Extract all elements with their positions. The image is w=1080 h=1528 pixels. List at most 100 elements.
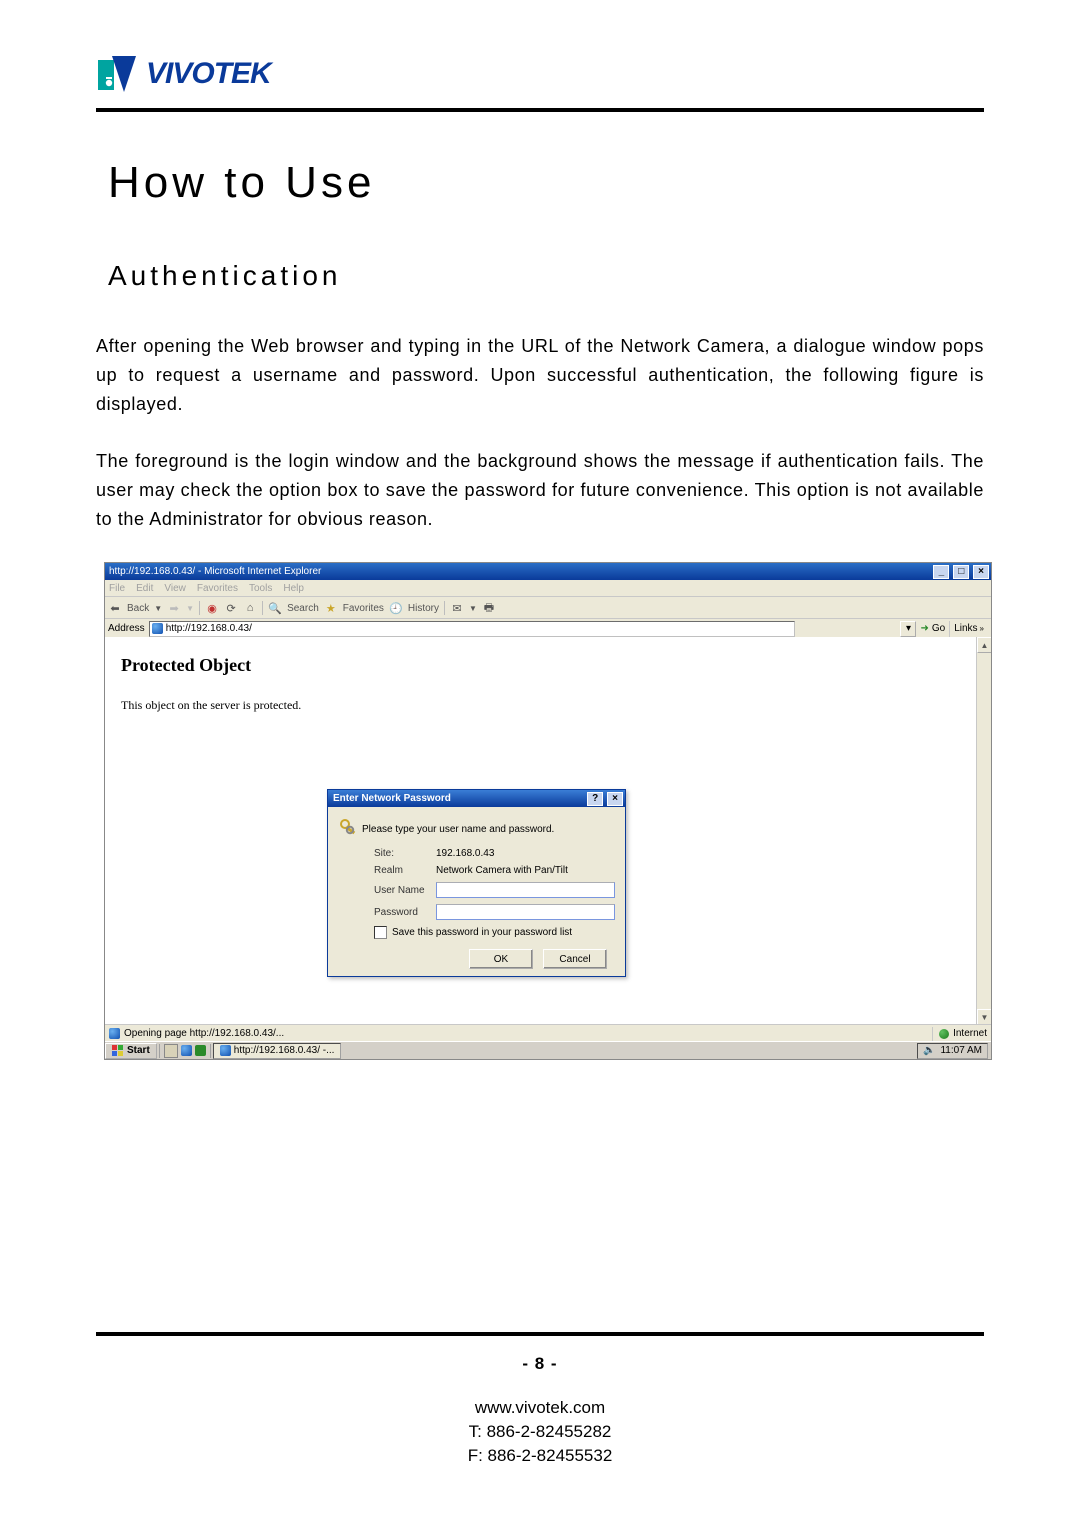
password-label: Password bbox=[338, 907, 436, 918]
back-button[interactable]: Back bbox=[127, 603, 149, 614]
realm-label: Realm bbox=[338, 865, 436, 876]
document-page: VIVOTEK How to Use Authentication After … bbox=[0, 0, 1080, 1528]
toolbar-separator bbox=[444, 601, 445, 615]
site-label: Site: bbox=[338, 848, 436, 859]
footer-fax: F: 886-2-82455532 bbox=[96, 1444, 984, 1468]
links-button[interactable]: Links » bbox=[949, 621, 988, 637]
stop-icon[interactable]: ◉ bbox=[205, 601, 219, 615]
start-button[interactable]: Start bbox=[105, 1043, 157, 1059]
dialog-help-icon[interactable]: ? bbox=[587, 792, 603, 806]
minimize-icon[interactable]: _ bbox=[933, 565, 949, 579]
footer-tel: T: 886-2-82455282 bbox=[96, 1420, 984, 1444]
dialog-close-icon[interactable]: × bbox=[607, 792, 623, 806]
address-input[interactable]: http://192.168.0.43/ bbox=[149, 621, 795, 637]
svg-text:VIVOTEK: VIVOTEK bbox=[146, 57, 274, 90]
embedded-screenshot: http://192.168.0.43/ - Microsoft Interne… bbox=[104, 562, 992, 1060]
brand-logo: VIVOTEK bbox=[96, 52, 984, 94]
header-divider bbox=[96, 108, 984, 112]
links-label: Links bbox=[954, 623, 977, 634]
home-icon[interactable]: ⌂ bbox=[243, 601, 257, 615]
status-text: Opening page http://192.168.0.43/... bbox=[124, 1028, 284, 1039]
browser-toolbar: ⬅ Back ▼ ➡ ▼ ◉ ⟳ ⌂ 🔍 Search ★ Favorites … bbox=[105, 597, 991, 619]
go-label: Go bbox=[932, 623, 945, 634]
taskbar-task[interactable]: http://192.168.0.43/ -... bbox=[213, 1043, 342, 1059]
forward-icon[interactable]: ➡ bbox=[167, 601, 181, 615]
scroll-down-icon[interactable]: ▼ bbox=[977, 1009, 991, 1025]
favorites-icon[interactable]: ★ bbox=[324, 601, 338, 615]
username-label: User Name bbox=[338, 885, 436, 896]
history-icon[interactable]: 🕘 bbox=[389, 601, 403, 615]
cancel-label: Cancel bbox=[559, 954, 590, 965]
page-footer: - 8 - www.vivotek.com T: 886-2-82455282 … bbox=[96, 1332, 984, 1468]
quick-launch bbox=[159, 1044, 211, 1058]
favorites-button[interactable]: Favorites bbox=[343, 603, 384, 614]
ok-button[interactable]: OK bbox=[469, 949, 533, 969]
window-controls: _ □ × bbox=[932, 565, 989, 579]
history-button[interactable]: History bbox=[408, 603, 439, 614]
refresh-icon[interactable]: ⟳ bbox=[224, 601, 238, 615]
browser-titlebar: http://192.168.0.43/ - Microsoft Interne… bbox=[105, 563, 991, 580]
security-zone: Internet bbox=[932, 1027, 987, 1041]
search-button[interactable]: Search bbox=[287, 603, 319, 614]
toolbar-separator bbox=[199, 601, 200, 615]
toolbar-separator bbox=[262, 601, 263, 615]
menu-tools[interactable]: Tools bbox=[249, 583, 272, 594]
scroll-up-icon[interactable]: ▲ bbox=[977, 637, 991, 653]
page-title: How to Use bbox=[108, 158, 984, 208]
cancel-button[interactable]: Cancel bbox=[543, 949, 607, 969]
save-password-checkbox[interactable] bbox=[374, 926, 387, 939]
keys-icon bbox=[338, 817, 362, 842]
zone-label: Internet bbox=[953, 1028, 987, 1039]
browser-title-text: http://192.168.0.43/ - Microsoft Interne… bbox=[109, 566, 321, 577]
username-input[interactable] bbox=[436, 882, 615, 898]
menu-view[interactable]: View bbox=[164, 583, 186, 594]
paragraph-2: The foreground is the login window and t… bbox=[96, 447, 984, 534]
volume-icon[interactable]: 🔈 bbox=[923, 1045, 935, 1056]
print-icon[interactable]: 🖶 bbox=[482, 601, 496, 615]
browser-addressbar: Address http://192.168.0.43/ ▾ ➜ Go Link… bbox=[105, 619, 991, 639]
maximize-icon[interactable]: □ bbox=[953, 565, 969, 579]
footer-url: www.vivotek.com bbox=[96, 1396, 984, 1420]
paragraph-1: After opening the Web browser and typing… bbox=[96, 332, 984, 419]
dialog-titlebar: Enter Network Password ? × bbox=[328, 790, 625, 807]
browser-menubar: File Edit View Favorites Tools Help bbox=[105, 580, 991, 597]
search-icon[interactable]: 🔍 bbox=[268, 601, 282, 615]
go-button[interactable]: ➜ Go bbox=[920, 623, 945, 634]
forward-dropdown-icon[interactable]: ▼ bbox=[186, 604, 194, 613]
ok-label: OK bbox=[494, 954, 508, 965]
menu-file[interactable]: File bbox=[109, 583, 125, 594]
internet-zone-icon bbox=[939, 1029, 949, 1039]
realm-value: Network Camera with Pan/Tilt bbox=[436, 865, 615, 876]
show-desktop-icon[interactable] bbox=[164, 1044, 178, 1058]
close-icon[interactable]: × bbox=[973, 565, 989, 579]
vertical-scrollbar[interactable]: ▲ ▼ bbox=[976, 637, 991, 1025]
windows-taskbar: Start http://192.168.0.43/ -... 🔈 11:07 … bbox=[105, 1041, 991, 1059]
auth-dialog: Enter Network Password ? × bbox=[327, 789, 626, 977]
address-dropdown-icon[interactable]: ▾ bbox=[900, 621, 916, 637]
footer-divider bbox=[96, 1332, 984, 1336]
footer-contact: www.vivotek.com T: 886-2-82455282 F: 886… bbox=[96, 1396, 984, 1468]
go-icon: ➜ bbox=[920, 623, 928, 634]
brand-mark-icon bbox=[96, 52, 140, 94]
back-dropdown-icon[interactable]: ▼ bbox=[154, 604, 162, 613]
ie-task-icon bbox=[220, 1045, 231, 1056]
save-password-label: Save this password in your password list bbox=[392, 927, 572, 938]
menu-favorites[interactable]: Favorites bbox=[197, 583, 238, 594]
mail-icon[interactable]: ✉ bbox=[450, 601, 464, 615]
protected-object-heading: Protected Object bbox=[121, 655, 991, 676]
menu-edit[interactable]: Edit bbox=[136, 583, 153, 594]
mail-dropdown-icon[interactable]: ▼ bbox=[469, 604, 477, 613]
menu-help[interactable]: Help bbox=[283, 583, 304, 594]
dialog-window-controls: ? × bbox=[586, 792, 623, 806]
dialog-title-text: Enter Network Password bbox=[333, 793, 451, 804]
ie-quicklaunch-icon[interactable] bbox=[181, 1045, 192, 1056]
password-input[interactable] bbox=[436, 904, 615, 920]
section-heading: Authentication bbox=[108, 260, 984, 292]
back-icon[interactable]: ⬅ bbox=[108, 601, 122, 615]
dialog-prompt: Please type your user name and password. bbox=[362, 824, 554, 835]
brand-wordmark: VIVOTEK bbox=[146, 53, 334, 93]
windows-logo-icon bbox=[112, 1045, 124, 1057]
links-chevron-icon: » bbox=[980, 624, 984, 633]
outlook-quicklaunch-icon[interactable] bbox=[195, 1045, 206, 1056]
task-label: http://192.168.0.43/ -... bbox=[234, 1045, 335, 1056]
